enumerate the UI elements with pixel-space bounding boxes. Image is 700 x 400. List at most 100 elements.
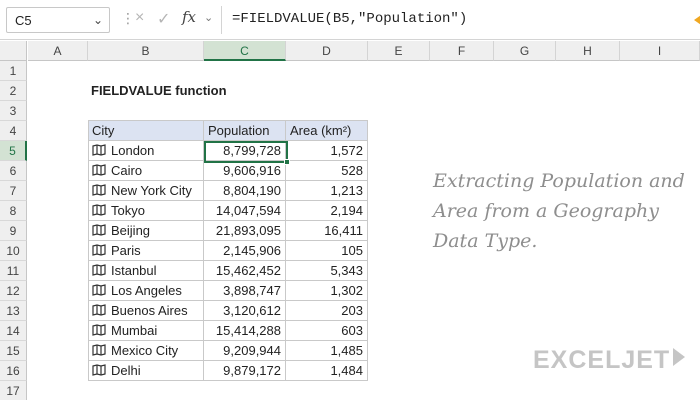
insert-function-icon[interactable]: fx — [182, 8, 196, 26]
row-header-17[interactable]: 17 — [0, 381, 27, 400]
map-icon[interactable] — [92, 341, 111, 360]
cell-population[interactable]: 3,898,747 — [204, 281, 286, 301]
chevron-down-icon[interactable]: ⌄ — [93, 13, 103, 27]
row-header-10[interactable]: 10 — [0, 241, 27, 261]
header-city[interactable]: City — [88, 121, 204, 141]
map-icon[interactable] — [92, 201, 111, 220]
cell-area[interactable]: 1,572 — [286, 141, 368, 161]
cell-population[interactable]: 21,893,095 — [204, 221, 286, 241]
column-header-e[interactable]: E — [368, 41, 430, 61]
city-name: Cairo — [111, 163, 143, 178]
sheet-title: FIELDVALUE function — [91, 83, 227, 98]
cell-city[interactable]: Istanbul — [88, 261, 204, 281]
column-header-g[interactable]: G — [494, 41, 556, 61]
cell-area[interactable]: 1,485 — [286, 341, 368, 361]
exceljet-logo: EXCELJET — [533, 346, 686, 375]
cell-area[interactable]: 5,343 — [286, 261, 368, 281]
cell-area[interactable]: 528 — [286, 161, 368, 181]
cell-city[interactable]: Tokyo — [88, 201, 204, 221]
drag-handle-icon[interactable]: ⋮ — [121, 10, 136, 27]
cell-city[interactable]: Los Angeles — [88, 281, 204, 301]
row-header-11[interactable]: 11 — [0, 261, 27, 281]
cell-population[interactable]: 9,209,944 — [204, 341, 286, 361]
column-header-c[interactable]: C — [204, 41, 286, 61]
formula-input[interactable]: =FIELDVALUE(B5,"Population") — [221, 6, 700, 34]
name-box-value: C5 — [15, 13, 32, 28]
row-header-16[interactable]: 16 — [0, 361, 27, 381]
map-icon[interactable] — [92, 161, 111, 180]
column-header-h[interactable]: H — [556, 41, 620, 61]
row-header-6[interactable]: 6 — [0, 161, 27, 181]
cell-area[interactable]: 1,213 — [286, 181, 368, 201]
row-header-13[interactable]: 13 — [0, 301, 27, 321]
cell-area[interactable]: 1,302 — [286, 281, 368, 301]
logo-text: EXCELJET — [533, 346, 671, 374]
city-name: Los Angeles — [111, 283, 182, 298]
table-top-border — [88, 120, 368, 121]
cell-population[interactable]: 14,047,594 — [204, 201, 286, 221]
city-name: Delhi — [111, 363, 141, 378]
cell-city[interactable]: Paris — [88, 241, 204, 261]
city-name: New York City — [111, 183, 192, 198]
table-left-border — [88, 121, 89, 381]
city-name: Paris — [111, 243, 141, 258]
cell-area[interactable]: 2,194 — [286, 201, 368, 221]
row-header-4[interactable]: 4 — [0, 121, 27, 141]
cell-population[interactable]: 8,804,190 — [204, 181, 286, 201]
column-header-d[interactable]: D — [286, 41, 368, 61]
column-header-f[interactable]: F — [430, 41, 494, 61]
cell-city[interactable]: Cairo — [88, 161, 204, 181]
map-icon[interactable] — [92, 281, 111, 300]
row-header-3[interactable]: 3 — [0, 101, 27, 121]
fill-handle[interactable] — [284, 159, 290, 165]
chevron-down-icon[interactable]: ⌄ — [204, 11, 213, 24]
row-header-2[interactable]: 2 — [0, 81, 27, 101]
map-icon[interactable] — [92, 321, 111, 340]
row-header-14[interactable]: 14 — [0, 321, 27, 341]
cell-population[interactable]: 15,462,452 — [204, 261, 286, 281]
map-icon[interactable] — [92, 241, 111, 260]
map-icon[interactable] — [92, 261, 111, 280]
column-header-i[interactable]: I — [620, 41, 700, 61]
column-header-a[interactable]: A — [28, 41, 88, 61]
cell-city[interactable]: Mexico City — [88, 341, 204, 361]
cell-city[interactable]: Buenos Aires — [88, 301, 204, 321]
city-name: Istanbul — [111, 263, 157, 278]
row-header-15[interactable]: 15 — [0, 341, 27, 361]
cell-population[interactable]: 2,145,906 — [204, 241, 286, 261]
cancel-icon[interactable]: × — [135, 9, 144, 27]
row-header-5[interactable]: 5 — [0, 141, 27, 161]
cell-city[interactable]: London — [88, 141, 204, 161]
column-header-b[interactable]: B — [88, 41, 204, 61]
map-icon[interactable] — [92, 141, 111, 160]
row-header-12[interactable]: 12 — [0, 281, 27, 301]
cell-population[interactable]: 9,879,172 — [204, 361, 286, 381]
row-header-1[interactable]: 1 — [0, 61, 27, 81]
city-name: Mumbai — [111, 323, 158, 338]
header-population[interactable]: Population — [204, 121, 286, 141]
cell-area[interactable]: 1,484 — [286, 361, 368, 381]
header-area[interactable]: Area (km²) — [286, 121, 368, 141]
map-icon[interactable] — [92, 221, 111, 240]
name-box[interactable]: C5 ⌄ — [6, 7, 110, 33]
select-all-corner[interactable] — [0, 41, 27, 61]
map-icon[interactable] — [92, 301, 111, 320]
active-cell-border — [204, 141, 288, 163]
cell-area[interactable]: 16,411 — [286, 221, 368, 241]
cell-population[interactable]: 9,606,916 — [204, 161, 286, 181]
cell-population[interactable]: 3,120,612 — [204, 301, 286, 321]
enter-icon[interactable]: ✓ — [157, 9, 170, 29]
row-header-9[interactable]: 9 — [0, 221, 27, 241]
cell-city[interactable]: Mumbai — [88, 321, 204, 341]
cell-area[interactable]: 105 — [286, 241, 368, 261]
cell-area[interactable]: 603 — [286, 321, 368, 341]
map-icon[interactable] — [92, 181, 111, 200]
cell-area[interactable]: 203 — [286, 301, 368, 321]
map-icon[interactable] — [92, 361, 111, 380]
cell-population[interactable]: 15,414,288 — [204, 321, 286, 341]
row-header-8[interactable]: 8 — [0, 201, 27, 221]
cell-city[interactable]: Delhi — [88, 361, 204, 381]
cell-city[interactable]: Beijing — [88, 221, 204, 241]
cell-city[interactable]: New York City — [88, 181, 204, 201]
row-header-7[interactable]: 7 — [0, 181, 27, 201]
